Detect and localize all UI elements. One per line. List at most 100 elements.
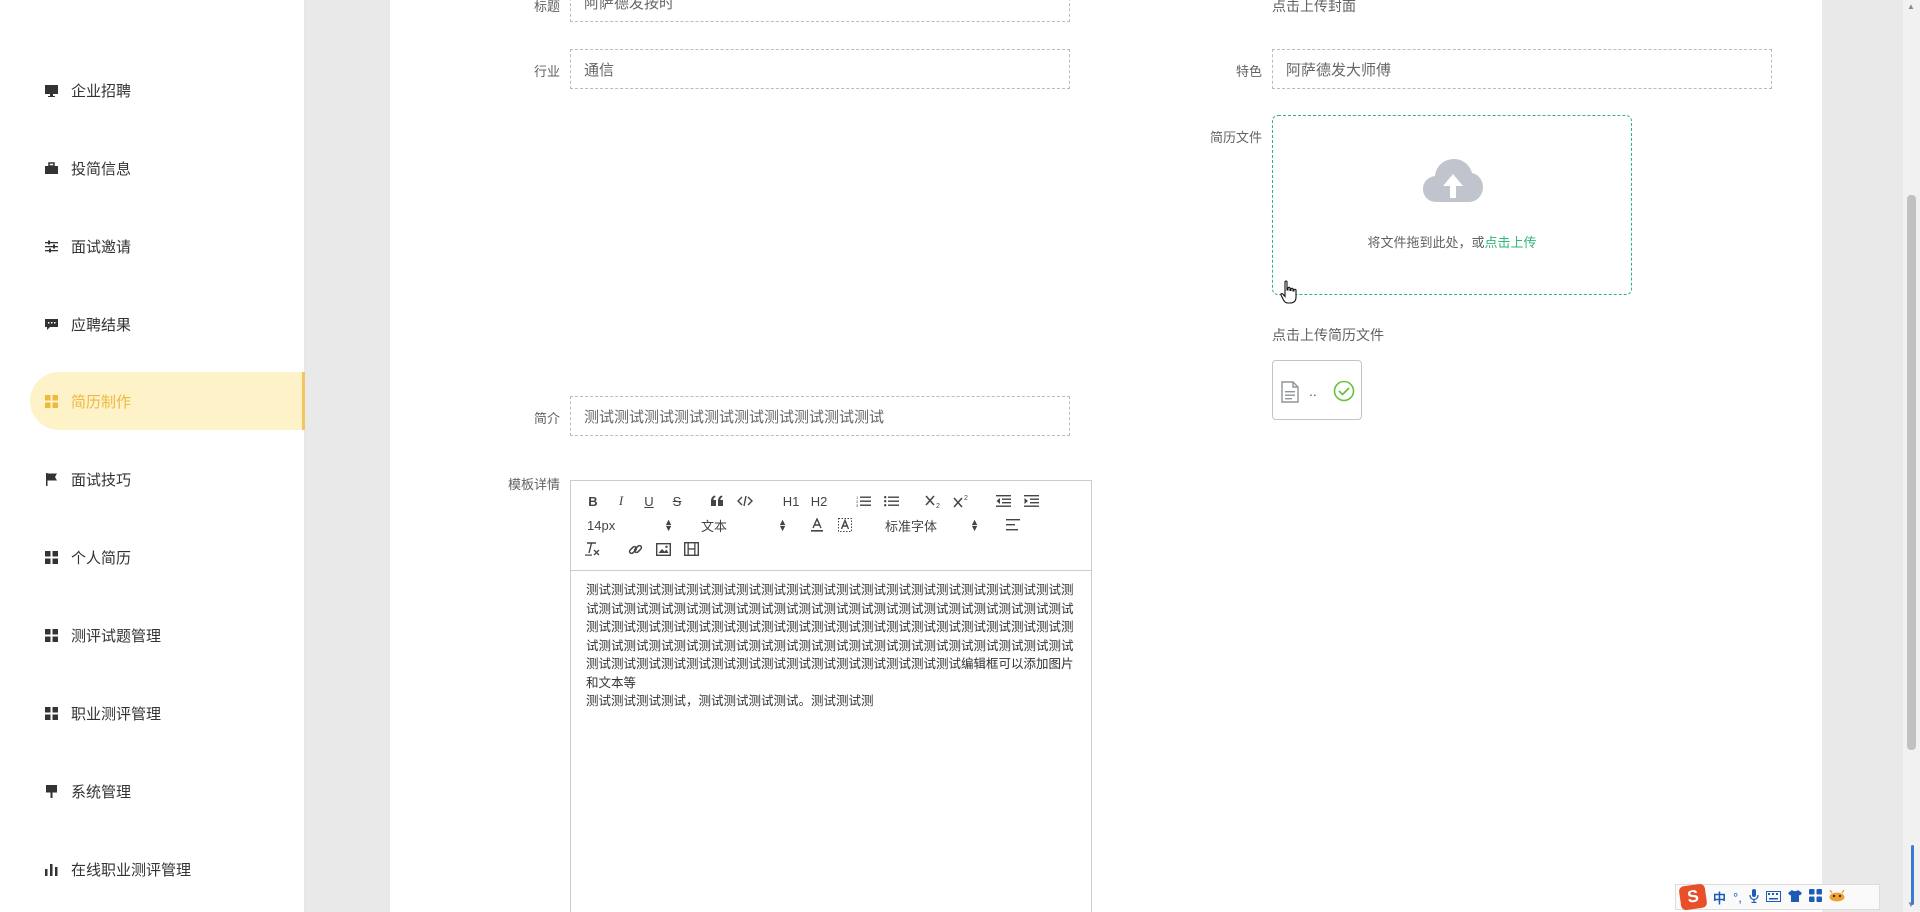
sidebar-item-label: 投简信息 xyxy=(71,160,132,178)
superscript-icon[interactable]: 2 xyxy=(953,491,971,511)
bullet-list-icon[interactable] xyxy=(883,491,899,511)
select-arrows-icon: ▲ ▼ xyxy=(970,517,979,533)
heading1-button[interactable]: H1 xyxy=(781,491,801,511)
punctuation-icon[interactable]: °, xyxy=(1733,890,1742,905)
microphone-icon[interactable] xyxy=(1749,888,1759,906)
briefcase-icon xyxy=(44,161,58,175)
block-type-select[interactable]: 文本 ▲ ▼ xyxy=(701,515,787,535)
link-icon[interactable] xyxy=(627,539,643,559)
font-size-value: 14px xyxy=(587,517,616,533)
industry-input[interactable]: 通信 xyxy=(570,49,1070,89)
zoom-slider[interactable] xyxy=(1911,845,1914,905)
skin-shirt-icon[interactable] xyxy=(1787,889,1802,905)
sidebar-item-label: 简历制作 xyxy=(71,393,132,411)
feature-input[interactable]: 阿萨德发大师傅 xyxy=(1272,49,1772,89)
upload-instruction: 将文件拖到此处，或点击上传 xyxy=(1273,232,1631,251)
cover-upload-hint[interactable]: 点击上传封面 xyxy=(1272,0,1356,16)
bold-button[interactable]: B xyxy=(585,491,601,511)
intro-label: 简介 xyxy=(533,411,560,426)
svg-text:2: 2 xyxy=(936,503,940,508)
sidebar-item-resume-builder[interactable]: 简历制作 xyxy=(30,372,305,430)
intro-input[interactable]: 测试测试测试测试测试测试测试测试测试测试 xyxy=(570,396,1070,436)
outdent-icon[interactable] xyxy=(995,491,1011,511)
document-icon xyxy=(1281,381,1299,408)
upload-drop-text: 将文件拖到此处，或 xyxy=(1367,235,1485,250)
indent-icon[interactable] xyxy=(1023,491,1039,511)
sidebar-item-applications[interactable]: 投简信息 xyxy=(30,139,305,197)
ime-language[interactable]: 中 xyxy=(1713,888,1726,907)
sidebar-item-label: 系统管理 xyxy=(71,783,132,801)
sidebar-item-career-assessment[interactable]: 职业测评管理 xyxy=(30,684,305,742)
toolbox-grid-icon[interactable] xyxy=(1808,889,1822,905)
grid-icon xyxy=(44,628,58,642)
font-family-value: 标准字体 xyxy=(885,518,938,534)
editor-content[interactable]: 测试测试测试测试测试测试测试测试测试测试测试测试测试测试测试测试测试测试测试测试… xyxy=(571,571,1091,721)
template-detail-label: 模板详情 xyxy=(507,477,560,492)
sidebar-item-label: 企业招聘 xyxy=(71,82,132,100)
bar-chart-icon xyxy=(44,862,58,876)
grid-icon xyxy=(44,394,58,408)
sidebar-item-label: 应聘结果 xyxy=(71,316,132,334)
sidebar-item-interview-invites[interactable]: 面试邀请 xyxy=(30,217,305,275)
font-size-select[interactable]: 14px ▲ ▼ xyxy=(587,515,673,535)
font-family-select[interactable]: 标准字体 ▲ ▼ xyxy=(885,515,979,535)
cloud-upload-icon xyxy=(1423,158,1483,209)
resume-upload-dropzone[interactable]: 将文件拖到此处，或点击上传 xyxy=(1272,115,1632,295)
scrollbar-thumb[interactable] xyxy=(1907,195,1916,750)
strike-button[interactable]: S xyxy=(669,491,685,511)
grid-icon xyxy=(44,550,58,564)
monitor-icon xyxy=(44,83,58,97)
sidebar-item-system[interactable]: 系统管理 xyxy=(30,762,305,820)
sidebar-item-personal-resume[interactable]: 个人简历 xyxy=(30,528,305,586)
sidebar-item-online-assessment[interactable]: 在线职业测评管理 xyxy=(30,840,305,898)
clear-format-icon[interactable] xyxy=(585,539,601,559)
keyboard-icon[interactable] xyxy=(1765,890,1781,905)
sidebar: 企业招聘 投简信息 面试邀请 应聘结果 简历制作 面试技巧 个人简历 测评试题管… xyxy=(0,0,305,912)
ime-toolbar[interactable]: S 中 °, xyxy=(1675,883,1880,911)
mascot-icon[interactable] xyxy=(1829,889,1845,905)
subscript-icon[interactable]: 2 xyxy=(925,491,943,511)
ordered-list-icon[interactable]: 123 xyxy=(855,491,871,511)
sidebar-item-test-questions[interactable]: 测评试题管理 xyxy=(30,606,305,664)
uploaded-file-card[interactable]: .. xyxy=(1272,360,1362,420)
sidebar-item-results[interactable]: 应聘结果 xyxy=(30,295,305,353)
sidebar-item-enterprise-recruit[interactable]: 企业招聘 xyxy=(30,61,305,119)
rich-text-editor[interactable]: B I U S H1 H2 123 2 2 14px ▲ ▼ 文本 ▲ ▼ 标准… xyxy=(570,480,1092,912)
uploaded-file-name: .. xyxy=(1309,383,1317,399)
brush-icon xyxy=(44,784,58,798)
industry-label: 行业 xyxy=(533,64,560,79)
video-icon[interactable] xyxy=(683,539,699,559)
hand-cursor-icon xyxy=(1280,280,1298,309)
block-type-value: 文本 xyxy=(701,518,728,534)
title-label: 标题 xyxy=(533,0,560,14)
align-left-icon[interactable] xyxy=(1005,515,1021,535)
page-scrollbar[interactable]: ▲ ▼ xyxy=(1903,0,1920,912)
svg-text:3: 3 xyxy=(856,503,859,507)
scroll-up-arrow-icon[interactable]: ▲ xyxy=(1907,2,1915,11)
sogou-logo-icon: S xyxy=(1678,883,1708,911)
editor-paragraph: 测试测试测试测试测试测试测试测试测试测试测试测试测试测试测试测试测试测试测试测试… xyxy=(586,583,1074,690)
editor-paragraph: 测试测试测试测试，测试测试测试测试。测试测试测 xyxy=(586,694,874,708)
feature-label: 特色 xyxy=(1235,64,1262,79)
image-icon[interactable] xyxy=(655,539,671,559)
background-color-icon[interactable] xyxy=(837,515,853,535)
sidebar-item-label: 个人简历 xyxy=(71,549,132,567)
sidebar-item-label: 面试技巧 xyxy=(71,471,132,489)
svg-text:2: 2 xyxy=(964,495,968,502)
title-input[interactable]: 阿萨德发按时 xyxy=(570,0,1070,22)
code-icon[interactable] xyxy=(737,491,753,511)
resume-upload-hint: 点击上传简历文件 xyxy=(1272,327,1384,343)
blockquote-icon[interactable] xyxy=(709,491,725,511)
upload-click-link[interactable]: 点击上传 xyxy=(1485,235,1537,250)
sidebar-item-label: 面试邀请 xyxy=(71,238,132,256)
heading2-button[interactable]: H2 xyxy=(809,491,829,511)
sidebar-item-label: 在线职业测评管理 xyxy=(71,861,192,879)
sidebar-item-interview-tips[interactable]: 面试技巧 xyxy=(30,450,305,508)
grid-icon xyxy=(44,706,58,720)
underline-button[interactable]: U xyxy=(641,491,657,511)
check-circle-icon xyxy=(1333,380,1355,407)
italic-button[interactable]: I xyxy=(613,491,629,511)
select-arrows-icon: ▲ ▼ xyxy=(664,517,673,533)
font-color-icon[interactable] xyxy=(809,515,825,535)
sliders-icon xyxy=(44,239,58,253)
